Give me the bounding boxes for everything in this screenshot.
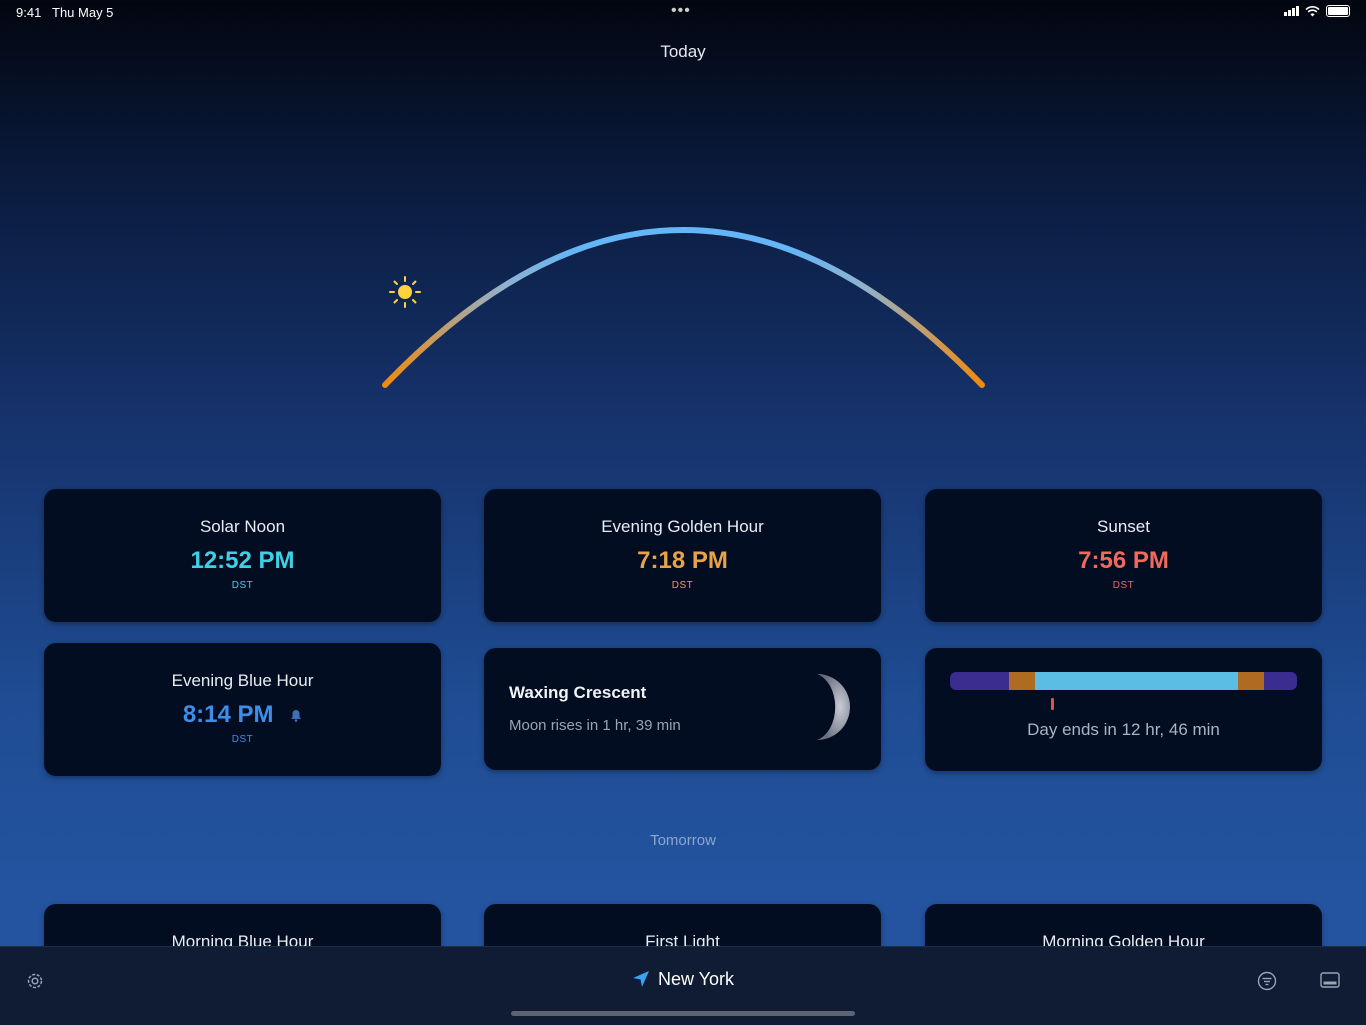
card-time: 7:18 PM [637,547,728,574]
moon-phase-card[interactable]: Waxing Crescent Moon rises in 1 hr, 39 m… [484,648,881,770]
filter-icon[interactable] [1257,971,1277,991]
day-timeline-bar [950,672,1297,690]
dst-label: DST [231,734,254,745]
location-button[interactable]: New York [0,969,1366,990]
moon-icon [817,674,850,740]
dst-label: DST [1112,580,1135,591]
evening-blue-hour-card[interactable]: Evening Blue Hour 8:14 PM DST [44,643,441,776]
home-indicator [511,1011,855,1016]
sidebar-icon[interactable] [1320,971,1340,989]
sun-icon [389,276,421,308]
moon-rise-text: Moon rises in 1 hr, 39 min [509,717,681,734]
card-title: Solar Noon [199,517,286,536]
current-time-marker [1051,698,1054,710]
card-title: Evening Blue Hour [171,671,314,690]
day-segment [1008,672,1035,690]
dst-label: DST [231,580,254,591]
card-time: 12:52 PM [190,547,295,574]
card-title: Sunset [1097,517,1150,536]
solar-noon-card[interactable]: Solar Noon 12:52 PM DST [44,489,441,622]
day-ends-text: Day ends in 12 hr, 46 min [1027,720,1220,739]
day-segment [1264,672,1297,690]
location-arrow-icon [632,971,649,987]
bell-icon[interactable] [290,709,302,722]
card-time: 8:14 PM [44,701,441,729]
day-segment [1237,672,1264,690]
day-segment [1035,672,1238,690]
bottom-toolbar: New York [0,946,1366,1025]
card-title: Evening Golden Hour [601,517,764,536]
sun-arc [382,227,985,388]
location-name: New York [657,969,735,989]
card-time-value: 8:14 PM [182,701,274,728]
day-segment [950,672,1009,690]
dst-label: DST [671,580,694,591]
moon-phase-title: Waxing Crescent [509,683,647,702]
evening-golden-hour-card[interactable]: Evening Golden Hour 7:18 PM DST [484,489,881,622]
tomorrow-heading: Tomorrow [650,832,716,849]
day-progress-card[interactable]: Day ends in 12 hr, 46 min [925,648,1322,771]
sunset-card[interactable]: Sunset 7:56 PM DST [925,489,1322,622]
card-time: 7:56 PM [1078,547,1169,574]
